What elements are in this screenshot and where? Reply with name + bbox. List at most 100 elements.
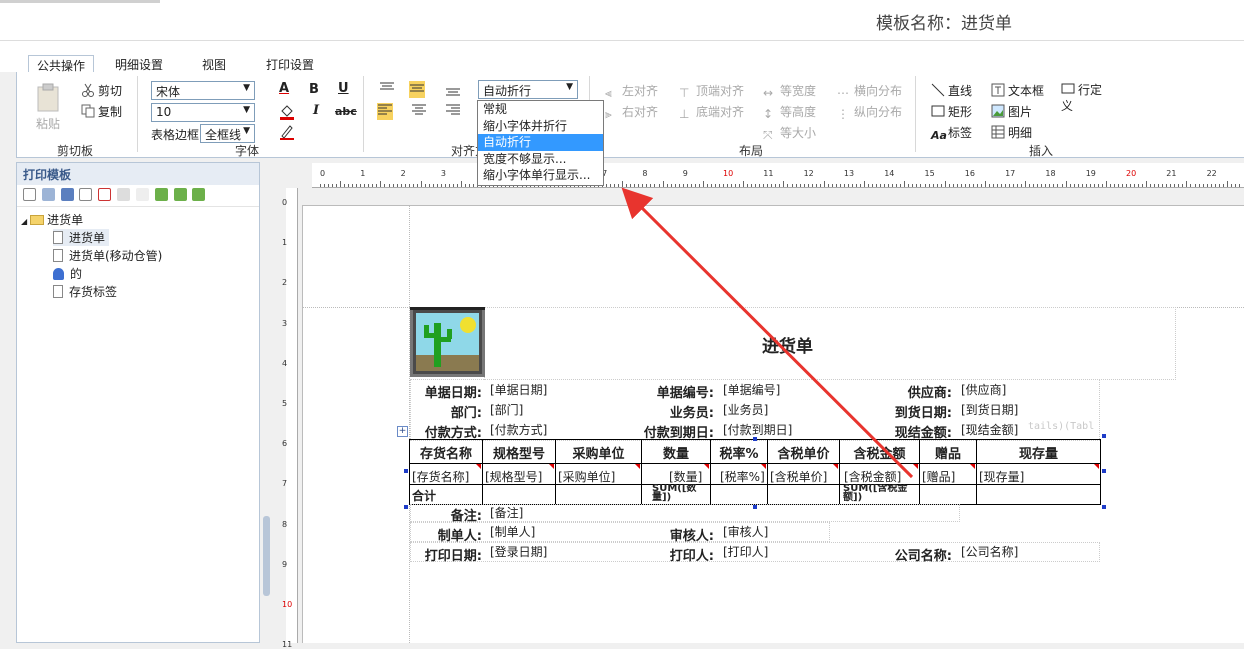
field-label[interactable]: 业务员: (634, 402, 714, 421)
left-align-button[interactable]: ⫷ 左对齐 (605, 82, 658, 100)
table-data-cell[interactable]: [含税单价] (770, 468, 827, 485)
align-bottom-button[interactable] (445, 83, 461, 100)
footer-label[interactable]: 公司名称: (870, 545, 952, 564)
text-wrap-select[interactable]: 自动折行 ▼ (478, 80, 578, 99)
same-size-button[interactable]: ⤧ 等大小 (763, 124, 816, 142)
tab-detail-settings[interactable]: 明细设置 (107, 55, 171, 73)
wrap-option-auto-wrap[interactable]: 自动折行 (478, 134, 603, 151)
strikethrough-button[interactable]: abc (335, 105, 357, 118)
table-data-cell[interactable]: [存货名称] (412, 468, 469, 485)
field-value[interactable]: [单据编号] (723, 381, 780, 398)
wrap-option-overflow[interactable]: 宽度不够显示... (478, 151, 603, 168)
table-header-cell[interactable]: 税率% (711, 443, 767, 462)
remove-icon[interactable] (98, 188, 112, 201)
tree-item[interactable]: 的 (53, 265, 82, 282)
insert-rect-button[interactable]: 矩形 (931, 103, 972, 120)
insert-line-button[interactable]: 直线 (931, 82, 972, 99)
splitter-handle[interactable] (263, 516, 270, 596)
field-value[interactable]: [现结金额] (961, 421, 1018, 438)
table-header-cell[interactable]: 规格型号 (483, 443, 555, 462)
same-height-button[interactable]: ↕ 等高度 (763, 103, 816, 121)
edit-icon[interactable] (117, 188, 131, 201)
field-label[interactable]: 供应商: (870, 382, 952, 401)
align-center-button[interactable] (411, 103, 427, 120)
new-icon[interactable] (23, 188, 36, 201)
field-label[interactable]: 单据编号: (634, 382, 714, 401)
insert-image-button[interactable]: 图片 (991, 103, 1032, 120)
field-value[interactable]: [部门] (490, 401, 523, 418)
table-header-cell[interactable]: 含税单价 (768, 443, 839, 462)
table-sum-amount[interactable]: SUM([含税金额]) (843, 484, 919, 504)
wrap-option-normal[interactable]: 常规 (478, 101, 603, 118)
field-value[interactable]: [到货日期] (961, 401, 1018, 418)
table-data-cell[interactable]: [含税金额] (844, 468, 901, 485)
align-middle-button[interactable] (409, 81, 425, 98)
underline-button[interactable]: U (338, 81, 349, 96)
table-data-cell[interactable]: [规格型号] (485, 468, 542, 485)
table-data-cell[interactable]: [赠品] (922, 468, 955, 485)
move-left-icon[interactable] (154, 188, 168, 201)
field-value[interactable]: [付款方式] (490, 421, 547, 438)
table-sum-label[interactable]: 合计 (412, 487, 436, 504)
selection-handle[interactable] (404, 469, 408, 473)
table-move-handle-icon[interactable]: + (397, 426, 408, 437)
font-size-select[interactable]: 10 ▼ (151, 103, 255, 122)
bold-button[interactable]: B (309, 82, 319, 97)
paste-button[interactable]: 粘贴 (31, 82, 65, 132)
insert-textbox-button[interactable]: 文本框 (991, 82, 1044, 99)
table-border-select[interactable]: 全框线 ▼ (200, 124, 255, 143)
field-value[interactable]: [单据日期] (490, 381, 547, 398)
tree-root[interactable]: ◢ 进货单 (21, 211, 83, 228)
field-label[interactable]: 到货日期: (870, 402, 952, 421)
table-sum-quantity[interactable]: SUM([数量]) (652, 484, 708, 504)
table-data-cell[interactable]: [数量] (669, 468, 702, 485)
insert-detail-button[interactable]: 明细 (991, 124, 1032, 141)
font-color-button[interactable]: A (279, 81, 289, 96)
align-right-button[interactable] (445, 103, 461, 120)
tab-common[interactable]: 公共操作 (28, 55, 95, 73)
table-data-cell[interactable]: [现存量] (979, 468, 1024, 485)
table-header-cell[interactable]: 数量 (642, 443, 710, 462)
footer-value[interactable]: [登录日期] (490, 543, 547, 560)
footer-value[interactable]: [打印人] (723, 543, 768, 560)
tab-print-settings[interactable]: 打印设置 (258, 55, 322, 73)
table-header-cell[interactable]: 采购单位 (556, 443, 641, 462)
tree-item[interactable]: 存货标签 (53, 283, 117, 300)
selection-handle[interactable] (404, 505, 408, 509)
tree-item[interactable]: 进货单 (53, 229, 110, 246)
move-right-icon[interactable] (173, 188, 187, 201)
italic-button[interactable]: I (313, 103, 319, 118)
report-title[interactable]: 进货单 (762, 332, 813, 357)
insert-label-button[interactable]: Aa标签 (931, 124, 972, 143)
field-label[interactable]: 部门: (410, 402, 482, 421)
table-header-cell[interactable]: 现存量 (977, 443, 1100, 462)
bottom-align-button[interactable]: ⊥ 底端对齐 (679, 103, 744, 121)
field-value[interactable]: [供应商] (961, 381, 1006, 398)
wrap-option-shrink-single[interactable]: 缩小字体单行显示... (478, 167, 603, 184)
field-value[interactable]: [业务员] (723, 401, 768, 418)
font-family-select[interactable]: 宋体 ▼ (151, 81, 255, 100)
table-data-cell[interactable]: [税率%] (720, 468, 765, 485)
horizontal-distribute-button[interactable]: ⋯ 横向分布 (837, 82, 902, 100)
report-logo-image[interactable] (410, 307, 485, 377)
move-down-icon[interactable] (192, 188, 206, 201)
footer-value[interactable]: [公司名称] (961, 543, 1018, 560)
top-align-button[interactable]: ⊤ 顶端对齐 (679, 82, 744, 100)
footer-label[interactable]: 打印人: (634, 545, 714, 564)
field-value[interactable]: [付款到期日] (723, 421, 792, 438)
collapse-icon[interactable]: ◢ (21, 217, 27, 226)
selection-handle[interactable] (1102, 505, 1106, 509)
field-label[interactable]: 单据日期: (410, 382, 482, 401)
copy-button[interactable]: 复制 (81, 103, 122, 120)
align-top-button[interactable] (379, 81, 395, 98)
vertical-distribute-button[interactable]: ⋮ 纵向分布 (837, 103, 902, 121)
save-as-icon[interactable] (60, 188, 74, 201)
table-header-cell[interactable]: 含税金额 (840, 443, 919, 462)
footer-value[interactable]: [审核人] (723, 523, 768, 540)
right-align-button[interactable]: ⫸ 右对齐 (605, 103, 658, 121)
cut-button[interactable]: 剪切 (81, 82, 122, 99)
table-data-cell[interactable]: [采购单位] (558, 468, 615, 485)
footer-label[interactable]: 打印日期: (410, 545, 482, 564)
tab-view[interactable]: 视图 (194, 55, 234, 73)
selection-handle[interactable] (1102, 469, 1106, 473)
